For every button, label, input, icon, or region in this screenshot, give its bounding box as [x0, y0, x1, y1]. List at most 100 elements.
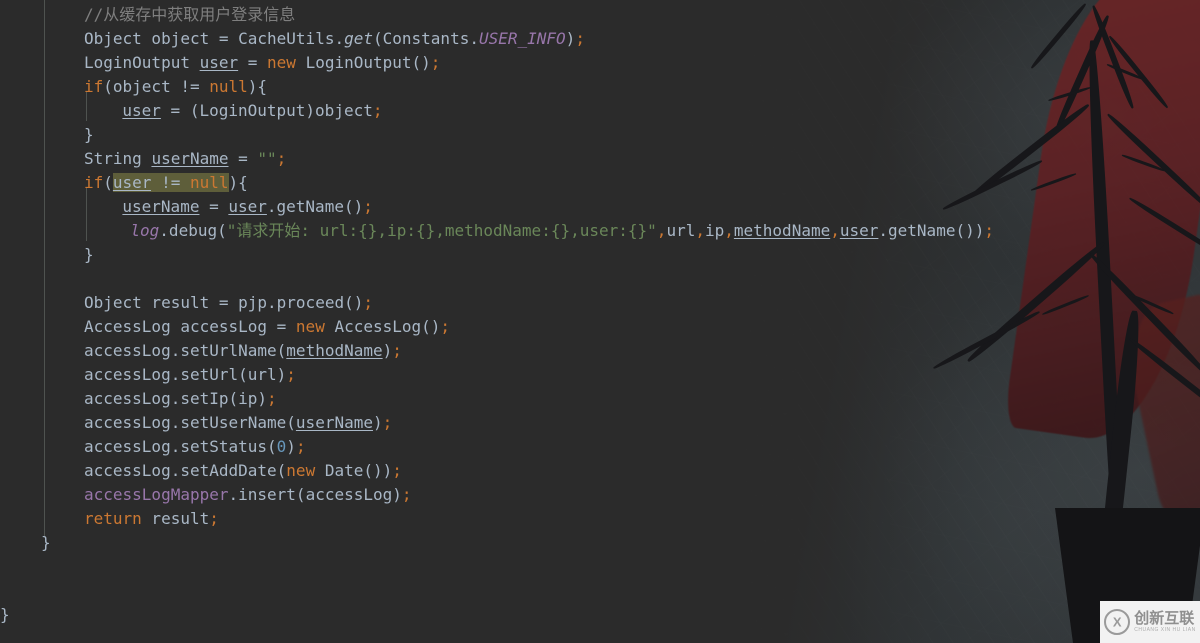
code-line[interactable]: AccessLog accessLog = new AccessLog(); — [0, 315, 450, 339]
code-token: ; — [392, 461, 402, 480]
code-token: ; — [382, 413, 393, 432]
code-token: 0 — [276, 437, 287, 456]
code-token: String — [84, 149, 152, 168]
code-token: ; — [363, 293, 373, 312]
code-token: != — [151, 173, 190, 192]
code-token: ; — [209, 509, 219, 528]
code-line-closing-brace[interactable]: } — [0, 603, 10, 627]
code-line[interactable]: if(object != null){ — [0, 75, 267, 99]
code-line[interactable]: LoginOutput user = new LoginOutput(); — [0, 51, 440, 75]
code-token: ; — [401, 485, 412, 504]
code-token: .getName() — [266, 197, 364, 216]
code-token: , — [724, 221, 734, 240]
code-token: , — [830, 221, 840, 240]
code-token: "请求开始: url:{},ip:{},methodName:{},user:{… — [226, 221, 657, 240]
code-token: user — [228, 197, 267, 216]
code-line[interactable]: //从缓存中获取用户登录信息 — [0, 3, 295, 27]
code-line[interactable]: log.debug("请求开始: url:{},ip:{},methodName… — [0, 219, 994, 243]
code-token: ip — [704, 221, 725, 240]
code-token: ; — [392, 341, 402, 360]
code-line[interactable]: accessLog.setUrl(url); — [0, 363, 296, 387]
code-token: new — [267, 53, 296, 72]
code-token: (Constants. — [373, 29, 479, 48]
code-token: .debug( — [159, 221, 227, 240]
watermark-logo-icon — [1104, 609, 1131, 635]
code-line[interactable]: accessLogMapper.insert(accessLog); — [0, 483, 412, 507]
code-token: userName — [122, 197, 200, 216]
code-token: } — [84, 125, 94, 144]
code-token: new — [286, 461, 316, 480]
code-line[interactable]: String userName = ""; — [0, 147, 286, 171]
code-token: ; — [430, 53, 441, 72]
code-token: if — [84, 173, 104, 192]
code-token: = (LoginOutput)object — [160, 101, 373, 120]
code-token: ( — [103, 173, 113, 192]
code-token: = — [218, 29, 239, 48]
code-line[interactable]: return result; — [0, 507, 219, 531]
code-token: ) — [382, 341, 393, 360]
code-token: Object — [84, 293, 142, 312]
code-token: null — [189, 173, 229, 192]
code-token: LoginOutput — [84, 53, 200, 72]
code-token: user — [122, 101, 161, 120]
code-token: accessLogMapper — [84, 485, 229, 504]
code-token: userName — [151, 149, 229, 168]
code-token: url — [666, 221, 696, 240]
code-token: Date()) — [315, 461, 393, 480]
code-token: result = pjp.proceed() — [141, 293, 364, 312]
code-token: , — [695, 221, 705, 240]
code-token: accessLog.setUrlName( — [84, 341, 287, 360]
code-token: accessLog.setIp(ip) — [84, 389, 268, 408]
code-token: methodName — [733, 221, 831, 240]
code-token: accessLog.setUrl(url) — [84, 365, 287, 384]
source-code-text[interactable]: //从缓存中获取用户登录信息 Object object = CacheUtils… — [0, 0, 1200, 643]
code-token: return — [84, 509, 142, 528]
code-token: //从缓存中获取用户登录信息 — [84, 5, 296, 24]
code-token: ; — [440, 317, 451, 336]
code-token: accessLog.setAddDate( — [84, 461, 287, 480]
code-line[interactable]: accessLog.setStatus(0); — [0, 435, 306, 459]
code-line[interactable]: accessLog.setAddDate(new Date()); — [0, 459, 402, 483]
code-token: result — [141, 509, 210, 528]
code-line[interactable]: } — [0, 123, 94, 147]
code-line[interactable]: accessLog.setUrlName(methodName); — [0, 339, 402, 363]
site-watermark: 创新互联 CHUANG XIN HU LIAN — [1100, 601, 1200, 643]
code-token: get — [344, 29, 373, 48]
code-token: .getName()) — [878, 221, 985, 240]
code-token: accessLog.setUserName( — [84, 413, 296, 432]
code-token: = — [199, 197, 229, 216]
code-token: ; — [286, 365, 296, 384]
code-token: ){ — [228, 173, 248, 192]
code-token: AccessLog accessLog = — [84, 317, 296, 336]
code-token: CacheUtils. — [238, 29, 345, 48]
code-token: Object — [84, 29, 142, 48]
code-line[interactable]: Object result = pjp.proceed(); — [0, 291, 373, 315]
code-editor-surface[interactable]: //从缓存中获取用户登录信息 Object object = CacheUtils… — [0, 0, 1200, 643]
code-line-closing-brace[interactable]: } — [0, 531, 51, 555]
code-line[interactable]: } — [0, 243, 94, 267]
code-token: AccessLog() — [324, 317, 441, 336]
code-token: ; — [276, 149, 287, 168]
code-token: object — [141, 29, 219, 48]
code-token: new — [295, 317, 325, 336]
code-line[interactable]: accessLog.setIp(ip); — [0, 387, 277, 411]
code-token: accessLog.setStatus( — [84, 437, 277, 456]
code-token: log — [130, 221, 160, 240]
code-token: ) — [372, 413, 383, 432]
code-token: ; — [295, 437, 306, 456]
code-line[interactable]: accessLog.setUserName(userName); — [0, 411, 392, 435]
code-token: user — [839, 221, 879, 240]
code-token: ; — [267, 389, 277, 408]
code-line[interactable] — [0, 267, 84, 291]
code-token: ; — [372, 101, 383, 120]
code-token: ; — [575, 29, 585, 48]
code-line[interactable]: Object object = CacheUtils.get(Constants… — [0, 27, 585, 51]
code-line[interactable]: if(user != null){ — [0, 171, 248, 195]
code-token: ; — [363, 197, 373, 216]
code-line[interactable]: userName = user.getName(); — [0, 195, 373, 219]
watermark-brand-cn: 创新互联 — [1134, 610, 1195, 627]
code-token: ) — [565, 29, 576, 48]
code-token: USER_INFO — [478, 29, 566, 48]
code-token: null — [209, 77, 248, 96]
code-line[interactable]: user = (LoginOutput)object; — [0, 99, 382, 123]
